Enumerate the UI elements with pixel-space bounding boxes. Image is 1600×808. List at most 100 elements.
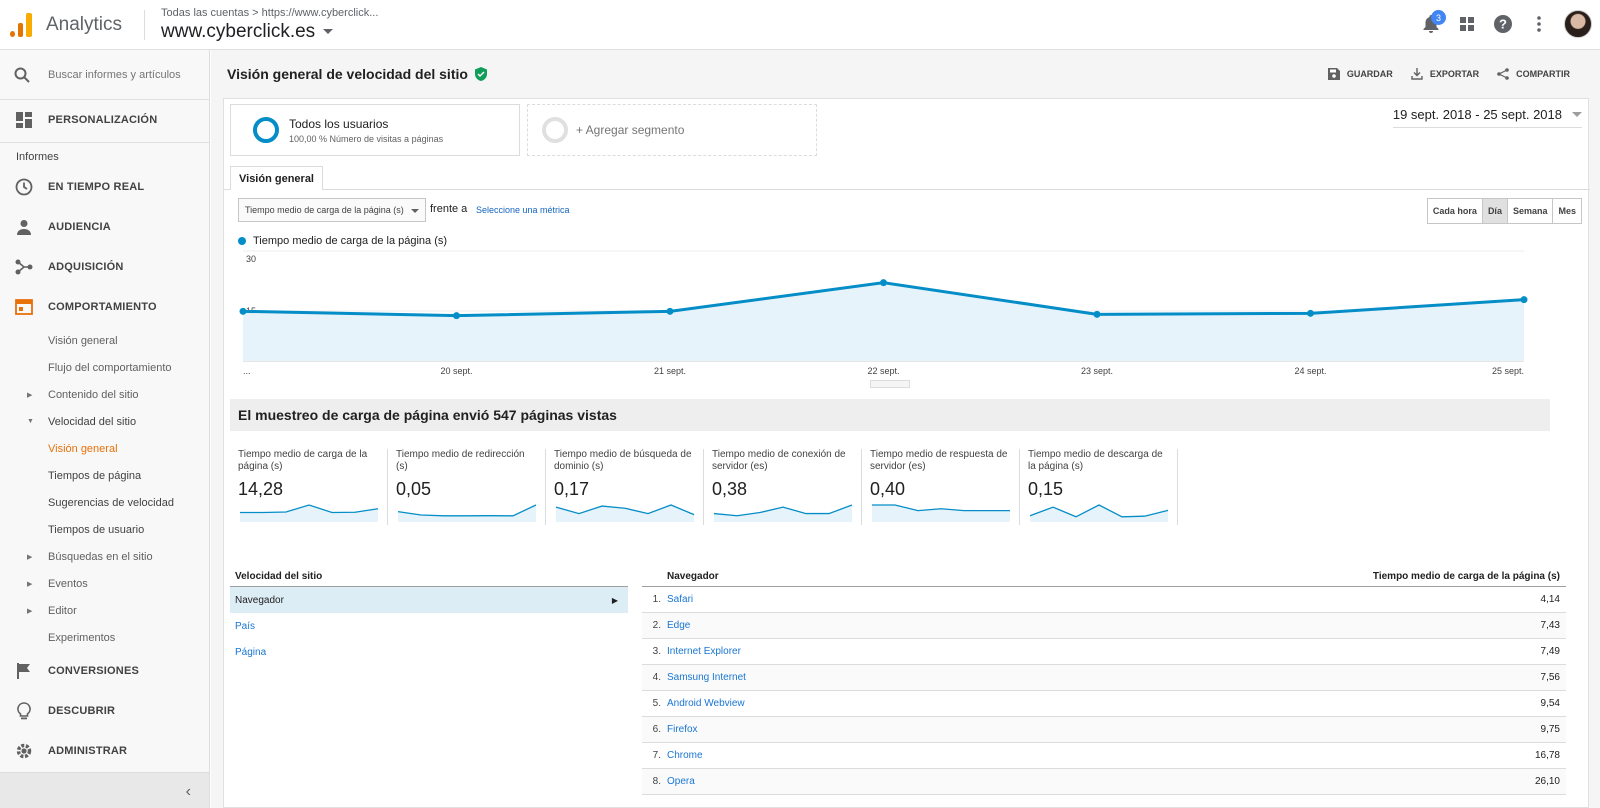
granularity-hour-button[interactable]: Cada hora xyxy=(1427,199,1482,223)
load-time-chart[interactable]: 3015... 20 sept. 21 sept. 22 sept. 23 sept. 2… xyxy=(224,249,1590,384)
sidebar-sub-vision-general[interactable]: Visión general xyxy=(0,327,209,354)
browser-link[interactable]: Edge xyxy=(667,620,690,631)
dimension-navegador[interactable]: Navegador ▶ xyxy=(230,587,628,613)
kpi-card[interactable]: Tiempo medio de conexión de servidor (es… xyxy=(704,449,862,525)
browser-column-header[interactable]: Navegador xyxy=(667,571,719,586)
tab-vision-general[interactable]: Visión general xyxy=(230,166,323,190)
sidebar-item-conversiones[interactable]: CONVERSIONES xyxy=(0,651,209,691)
date-range-label: 19 sept. 2018 - 25 sept. 2018 xyxy=(1392,107,1562,122)
sidebar-sub-label: Eventos xyxy=(48,577,88,590)
kpi-value: 0,15 xyxy=(1028,479,1064,499)
kpi-card[interactable]: Tiempo medio de respuesta de servidor (e… xyxy=(862,449,1020,525)
tab-divider xyxy=(224,189,1590,190)
sidebar-item-audiencia[interactable]: AUDIENCIA xyxy=(0,207,209,247)
row-index: 3. xyxy=(652,646,661,657)
browser-link[interactable]: Opera xyxy=(667,776,695,787)
sidebar-sub-contenido[interactable]: ▶ Contenido del sitio xyxy=(0,381,209,408)
x-tick-label: 20 sept. xyxy=(440,366,472,376)
data-point[interactable] xyxy=(1093,310,1101,318)
search-input[interactable]: Buscar informes y artículos xyxy=(48,69,181,81)
row-index: 7. xyxy=(652,750,661,761)
sidebar-sub-eventos[interactable]: ▶ Eventos xyxy=(0,570,209,597)
browser-link[interactable]: Android Webview xyxy=(667,698,745,709)
clock-icon xyxy=(14,178,34,196)
table-row: 5. Android Webview 9,54 xyxy=(642,691,1566,717)
sidebar-item-personalizacion[interactable]: PERSONALIZACIÓN xyxy=(0,100,209,140)
dimension-pais[interactable]: País xyxy=(230,613,628,639)
user-avatar[interactable] xyxy=(1564,10,1592,38)
sidebar-sub-tiempos-usuario[interactable]: Tiempos de usuario xyxy=(0,516,209,543)
help-icon[interactable]: ? xyxy=(1492,13,1514,35)
save-button[interactable]: GUARDAR xyxy=(1327,68,1393,80)
lightbulb-icon xyxy=(14,702,34,720)
sidebar-sub-sugerencias[interactable]: Sugerencias de velocidad xyxy=(0,489,209,516)
analytics-logo-icon[interactable] xyxy=(10,12,32,37)
sidebar-item-tiempo-real[interactable]: EN TIEMPO REAL xyxy=(0,167,209,207)
kpi-card[interactable]: Tiempo medio de redirección (s) 0,05 xyxy=(388,449,546,525)
row-index: 1. xyxy=(652,594,661,605)
select-metric-link[interactable]: Seleccione una métrica xyxy=(476,205,570,215)
add-segment-label: + Agregar segmento xyxy=(576,123,685,137)
data-point[interactable] xyxy=(880,279,887,287)
sidebar-sub-busquedas[interactable]: ▶ Búsquedas en el sitio xyxy=(0,543,209,570)
collapse-sidebar-icon[interactable]: ‹ xyxy=(186,783,191,801)
sidebar-item-adquisicion[interactable]: ADQUISICIÓN xyxy=(0,247,209,287)
metric-dropdown[interactable]: Tiempo medio de carga de la página (s) xyxy=(238,198,426,222)
browser-link[interactable]: Safari xyxy=(667,594,693,605)
load-time-value: 7,56 xyxy=(1540,672,1560,683)
load-time-column-header[interactable]: Tiempo medio de carga de la página (s) xyxy=(1373,571,1560,586)
date-range-picker[interactable]: 19 sept. 2018 - 25 sept. 2018 xyxy=(1392,107,1582,128)
segment-all-users[interactable]: Todos los usuarios 100,00 % Número de vi… xyxy=(230,104,520,156)
sidebar-sub-label: Búsquedas en el sitio xyxy=(48,550,153,563)
load-time-value: 7,49 xyxy=(1540,646,1560,657)
kpi-card[interactable]: Tiempo medio de búsqueda de dominio (s) 0… xyxy=(546,449,704,525)
table-row: 8. Opera 26,10 xyxy=(642,769,1566,795)
divider xyxy=(144,9,146,40)
expand-right-icon: ▶ xyxy=(27,607,33,615)
sidebar-sub-flujo[interactable]: Flujo del comportamiento xyxy=(0,354,209,381)
browser-link[interactable]: Chrome xyxy=(667,750,703,761)
apps-grid-icon[interactable] xyxy=(1456,13,1478,35)
notifications-bell-icon[interactable]: 3 xyxy=(1420,10,1446,35)
kpi-sparkline xyxy=(240,504,379,522)
kpi-sparkline xyxy=(555,504,695,522)
data-point[interactable] xyxy=(239,307,247,315)
kpi-card[interactable]: Tiempo medio de descarga de la página (s… xyxy=(1020,449,1178,525)
kpi-card[interactable]: Tiempo medio de carga de la página (s) 14… xyxy=(230,449,388,525)
browser-link[interactable]: Firefox xyxy=(667,724,698,735)
more-vert-icon[interactable] xyxy=(1528,13,1550,35)
sidebar-sub-experimentos[interactable]: Experimentos xyxy=(0,624,209,651)
share-button[interactable]: COMPARTIR xyxy=(1497,68,1570,80)
empty-segment-ring-icon xyxy=(542,117,568,143)
sidebar-item-administrar[interactable]: ADMINISTRAR xyxy=(0,731,209,771)
data-point[interactable] xyxy=(453,312,460,320)
sidebar-sub-tiempos-pagina[interactable]: Tiempos de página xyxy=(0,462,209,489)
data-point[interactable] xyxy=(1520,296,1528,304)
account-selector[interactable]: Todas las cuentas > https://www.cybercli… xyxy=(161,7,378,43)
browser-link[interactable]: Samsung Internet xyxy=(667,672,746,683)
x-tick-label: 23 sept. xyxy=(1081,366,1113,376)
data-point[interactable] xyxy=(666,307,674,315)
browser-link[interactable]: Internet Explorer xyxy=(667,646,741,657)
sidebar-sub-velocidad-vision[interactable]: Visión general xyxy=(0,435,209,462)
export-button[interactable]: EXPORTAR xyxy=(1411,68,1479,80)
sidebar-sub-editor[interactable]: ▶ Editor xyxy=(0,597,209,624)
dimension-pagina[interactable]: Página xyxy=(230,639,628,665)
sidebar-search[interactable]: Buscar informes y artículos xyxy=(0,50,209,100)
add-segment-button[interactable]: + Agregar segmento xyxy=(527,104,817,156)
kpi-value: 0,17 xyxy=(554,479,590,499)
chevron-right-icon: ▶ xyxy=(611,595,618,605)
sidebar-item-label: COMPORTAMIENTO xyxy=(48,301,157,313)
granularity-week-button[interactable]: Semana xyxy=(1506,199,1553,223)
sidebar-sub-velocidad[interactable]: ▼ Velocidad del sitio xyxy=(0,408,209,435)
sidebar-item-descubrir[interactable]: DESCUBRIR xyxy=(0,691,209,731)
data-point[interactable] xyxy=(1307,309,1314,317)
chart-resize-handle[interactable] xyxy=(870,380,910,388)
granularity-day-button[interactable]: Día xyxy=(1481,199,1507,223)
sidebar-item-comportamiento[interactable]: COMPORTAMIENTO xyxy=(0,287,209,327)
granularity-month-button[interactable]: Mes xyxy=(1552,199,1581,223)
property-name[interactable]: www.cyberclick.es xyxy=(161,21,378,43)
sparkline-line xyxy=(397,504,537,517)
x-tick-label: 25 sept. xyxy=(1492,366,1524,376)
table-row: 7. Chrome 16,78 xyxy=(642,743,1566,769)
